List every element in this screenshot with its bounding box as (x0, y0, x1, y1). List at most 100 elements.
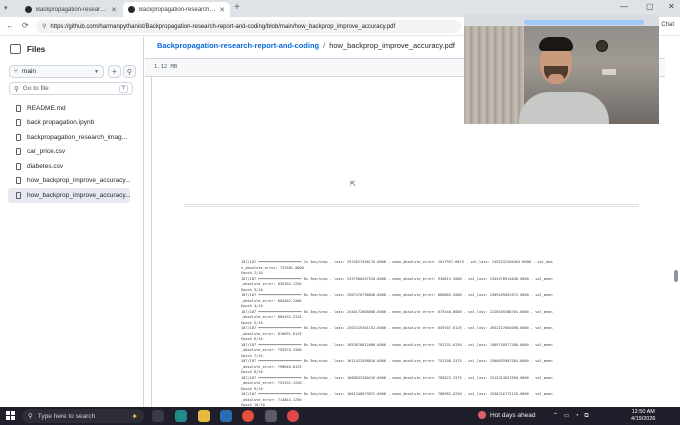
log-text: _absolute_error: 755976.2500 (241, 348, 302, 352)
tab-title: Backpropagation-research-report (139, 6, 217, 13)
go-to-file-input[interactable]: ⚲ Go to file T (9, 82, 133, 95)
browser-tab-active[interactable]: Backpropagation-research-report ✕ (123, 2, 230, 17)
search-icon: ⚲ (126, 68, 133, 76)
breadcrumb-repo-link[interactable]: Backpropagation-research-report-and-codi… (157, 41, 319, 50)
shortcut-key: T (118, 84, 128, 93)
log-text: n_absolute_error: 757601.0000 (241, 265, 304, 270)
github-icon (128, 6, 135, 13)
add-file-button[interactable]: + (108, 65, 121, 78)
tab-search-icon[interactable]: ▾ (4, 4, 8, 12)
back-icon[interactable]: ← (6, 21, 14, 30)
file-name: how_backprop_improve_accuracy... (27, 191, 130, 199)
file-icon (16, 119, 21, 127)
log-text: _absolute_error: 723191.1250 (241, 381, 302, 385)
person-body (519, 92, 609, 124)
chrome-icon[interactable] (242, 410, 254, 422)
file-name: back propagation.ipynb (27, 119, 95, 127)
log-text: Epoch 3/10 (241, 287, 263, 292)
minimize-icon[interactable]: — (620, 2, 628, 11)
collapse-panel-icon[interactable] (10, 44, 21, 54)
log-text: _absolute_error: 805402.2500 (241, 298, 302, 303)
branch-name: main (21, 68, 36, 75)
training-log: 187/187 ━━━━━━━━━━━━━━━━━━━━ 1s 3ms/step… (241, 260, 576, 414)
webcam-overlay (464, 14, 659, 124)
browser-tab[interactable]: Backpropagation-research-report ✕ (20, 2, 122, 17)
log-text: 187/187 ━━━━━━━━━━━━━━━━━━━━ 0s 3ms/step… (241, 392, 553, 396)
close-tab-icon[interactable]: ✕ (111, 6, 117, 14)
github-icon (25, 6, 32, 13)
maximize-icon[interactable]: ▢ (646, 2, 654, 11)
shelf (602, 69, 616, 75)
file-tree-item[interactable]: how_backprop_improve_accuracy... (8, 174, 130, 189)
log-text: 187/187 ━━━━━━━━━━━━━━━━━━━━ 0s 3ms/step… (241, 342, 553, 347)
scrollbar-thumb[interactable] (674, 270, 678, 282)
search-files-button[interactable]: ⚲ (123, 65, 136, 78)
log-text: _absolute_error: 810691.8125 (241, 331, 302, 336)
breadcrumb-separator: / (323, 41, 326, 50)
log-text: 187/187 ━━━━━━━━━━━━━━━━━━━━ 0s 3ms/step… (241, 375, 553, 380)
go-to-file-placeholder: Go to file (22, 85, 49, 92)
file-tree-item[interactable]: how_backprop_improve_accuracy... (8, 188, 130, 203)
file-tree-item[interactable]: backpropagation_research_imag... (8, 130, 130, 145)
log-text: Epoch 2/10 (241, 271, 263, 275)
log-text: 187/187 ━━━━━━━━━━━━━━━━━━━━ 1s 3ms/step… (241, 260, 553, 264)
taskbar-clock[interactable]: 12:50 AM 4/19/2026 (631, 409, 655, 423)
chevron-down-icon: ▼ (94, 68, 99, 75)
file-name: backpropagation_research_imag... (27, 133, 128, 141)
log-text: _absolute_error: 805492.3125 (241, 315, 302, 319)
new-tab-icon[interactable]: + (234, 2, 240, 13)
file-icon (16, 162, 21, 170)
address-bar[interactable]: ⚲ https://github.com/harmanpythanist/Bac… (36, 20, 461, 33)
file-explorer-icon[interactable] (198, 410, 210, 422)
taskbar-date: 4/19/2026 (631, 416, 656, 422)
taskbar-time: 12:50 AM (631, 409, 655, 415)
weather-icon (478, 411, 486, 419)
taskbar-search[interactable]: ⚲ Type here to search ✦ (22, 409, 144, 423)
taskbar-search-placeholder: Type here to search (37, 412, 96, 420)
reload-icon[interactable]: ⟳ (22, 21, 29, 30)
ceiling-light (524, 20, 644, 25)
mouse-cursor-icon: ⇱ (350, 181, 356, 188)
close-window-icon[interactable]: ✕ (668, 2, 675, 11)
log-text: Epoch 8/10 (241, 370, 263, 374)
file-tree-item[interactable]: back propagation.ipynb (8, 116, 130, 131)
edge-icon[interactable] (175, 410, 187, 422)
task-view-icon[interactable] (152, 410, 164, 422)
chat-button[interactable]: Chat (661, 22, 674, 28)
search-icon: ⚲ (28, 413, 33, 420)
breadcrumb-file: how_backprop_improve_accuracy.pdf (329, 41, 455, 50)
system-tray-icons[interactable]: ⌃ ▭ ◔ ⧉ (553, 412, 591, 420)
log-text: Epoch 7/10 (241, 353, 263, 358)
close-tab-icon[interactable]: ✕ (219, 6, 225, 14)
file-icon (16, 104, 21, 112)
log-text: Epoch 9/10 (241, 386, 263, 391)
branch-selector[interactable]: ⑂ main ▼ (9, 65, 104, 78)
recorder-icon[interactable] (287, 410, 299, 422)
file-tree-item[interactable]: car_price.csv (8, 145, 130, 160)
file-tree-item[interactable]: README.md (8, 101, 130, 116)
log-text: Epoch 4/10 (241, 304, 263, 308)
taskbar: ⚲ Type here to search ✦ Hot days ahead ⌃… (0, 407, 680, 425)
app-icon[interactable] (265, 410, 277, 422)
person-hair (539, 37, 573, 51)
copilot-icon[interactable]: ✦ (131, 412, 138, 421)
plus-icon: + (112, 67, 117, 76)
person-hand (548, 74, 564, 84)
pdf-viewer[interactable]: ⇱ 187/187 ━━━━━━━━━━━━━━━━━━━━ 1s 3ms/st… (151, 77, 665, 413)
breadcrumb: Backpropagation-research-report-and-codi… (157, 41, 455, 50)
file-icon (16, 177, 21, 185)
log-text: 187/187 ━━━━━━━━━━━━━━━━━━━━ 0s 3ms/step… (241, 276, 553, 281)
weather-widget[interactable]: Hot days ahead (478, 411, 536, 419)
mail-icon[interactable] (220, 410, 232, 422)
log-text: Epoch 5/10 (241, 320, 263, 325)
log-text: 187/187 ━━━━━━━━━━━━━━━━━━━━ 0s 3ms/step… (241, 326, 553, 330)
file-tree-item[interactable]: diabetes.csv (8, 159, 130, 174)
tab-title: Backpropagation-research-report (36, 6, 109, 13)
file-name: README.md (27, 104, 66, 112)
file-list: README.md back propagation.ipynb backpropa… (8, 101, 130, 203)
site-info-icon[interactable]: ⚲ (42, 23, 46, 30)
wall-clock (596, 40, 608, 52)
windows-start-icon[interactable] (6, 411, 15, 420)
weather-text: Hot days ahead (490, 411, 536, 419)
log-text: Epoch 6/10 (241, 337, 263, 341)
